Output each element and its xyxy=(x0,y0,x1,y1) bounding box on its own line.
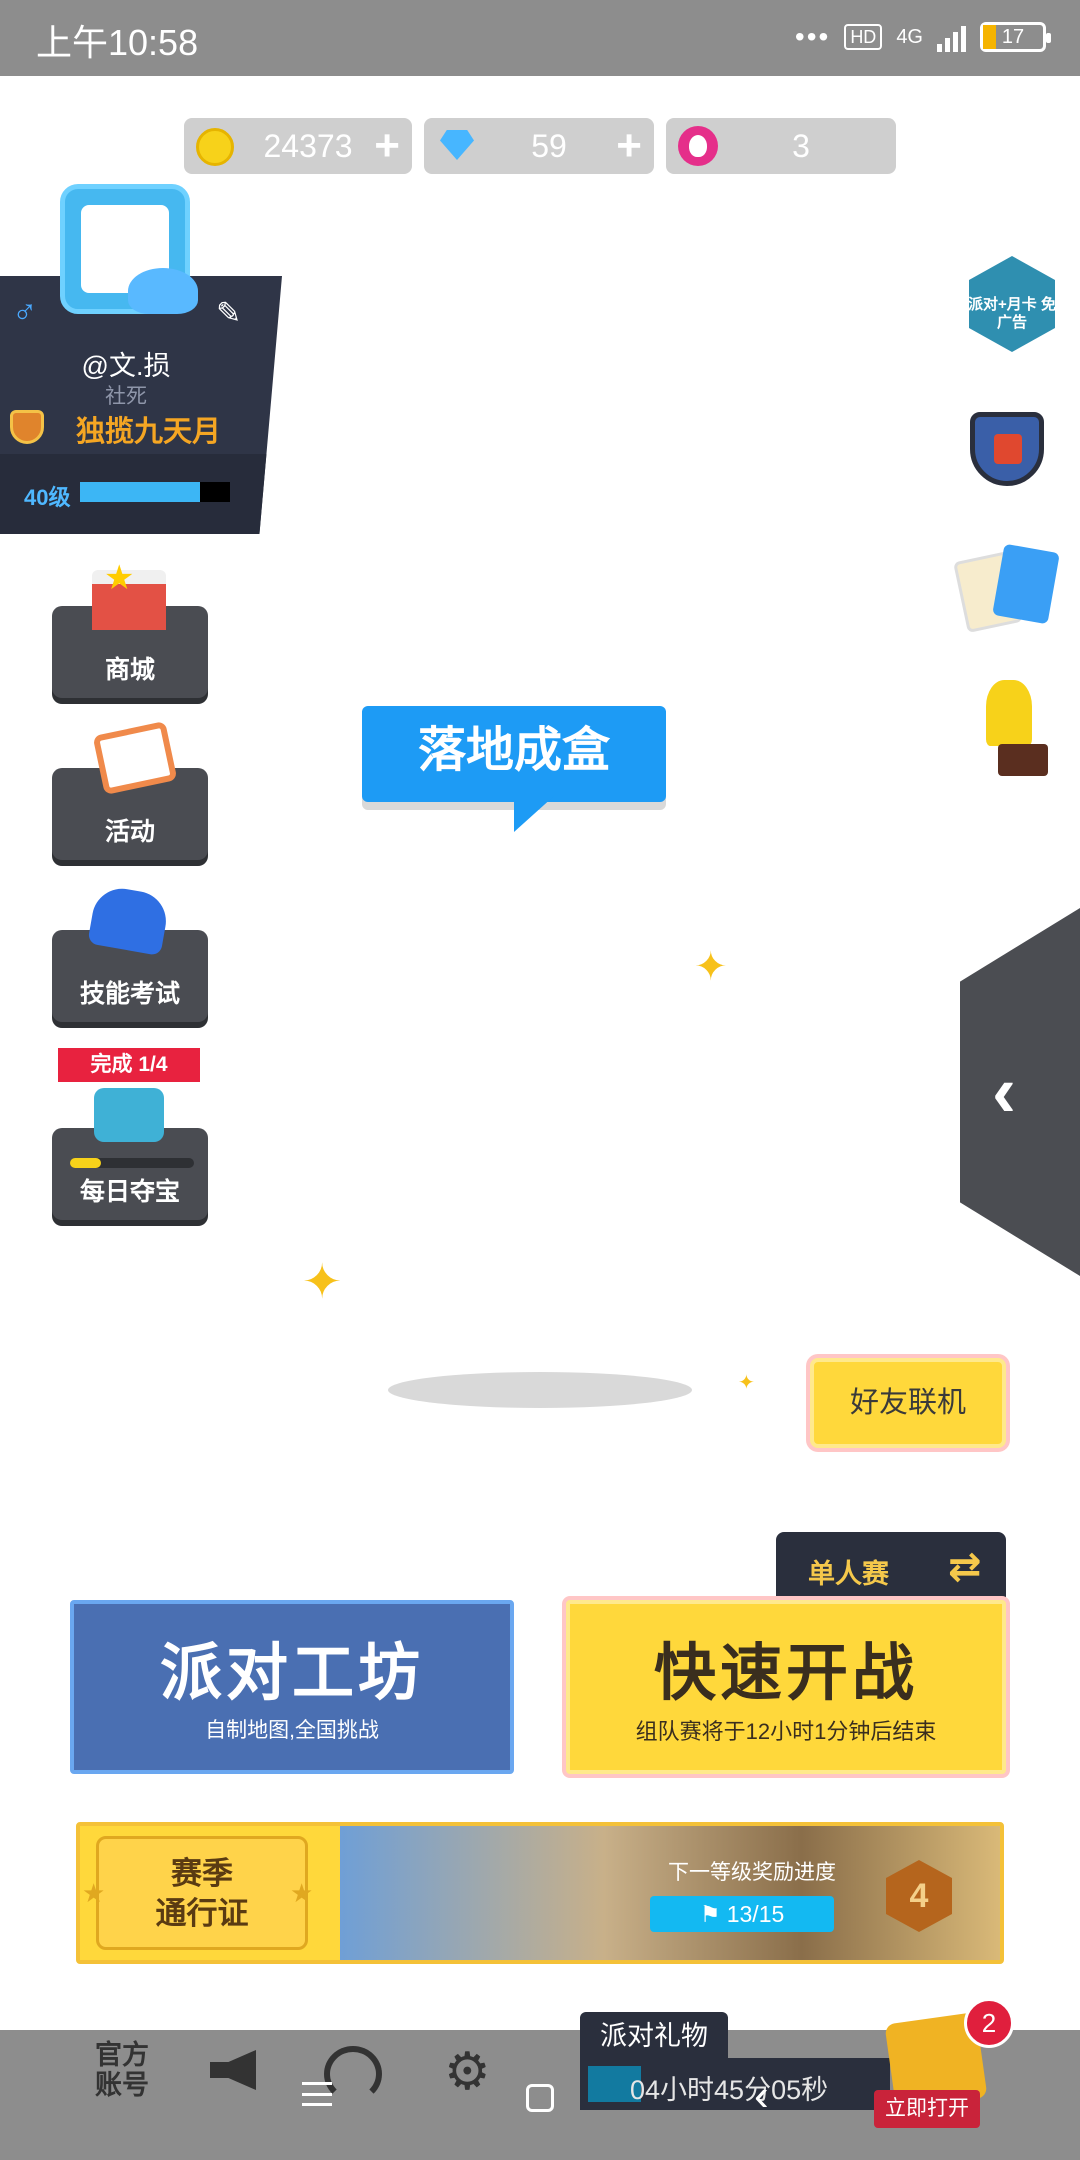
edit-icon[interactable]: ✎ xyxy=(216,296,241,331)
sparkle-icon: ✦ xyxy=(738,1372,755,1394)
official-account-line2: 账号 xyxy=(95,2070,149,2100)
season-pass-title-line1: 赛季 xyxy=(171,1856,233,1891)
lotus-icon xyxy=(678,126,718,166)
add-coins-button[interactable]: + xyxy=(374,122,400,170)
battery-icon: 17 xyxy=(980,22,1051,52)
notification-badge: 2 xyxy=(964,1998,1014,2048)
season-progress-pill: ⚑ 13/15 xyxy=(650,1896,834,1932)
daily-treasure-label: 每日夺宝 xyxy=(79,1178,180,1206)
official-account-line1: 官方 xyxy=(95,2040,149,2070)
gem-counter[interactable]: 59 + xyxy=(424,118,654,174)
gift-timer: 04小时45分05秒 xyxy=(630,2075,829,2105)
skill-test-label: 技能考试 xyxy=(79,980,180,1008)
card-collection-icon[interactable] xyxy=(953,543,1060,634)
gem-amount: 59 xyxy=(531,128,567,164)
monthly-card-label: 派对+月卡 免广告 xyxy=(968,296,1056,331)
user-title: 独揽九天月 xyxy=(76,416,222,448)
season-pass-title-line2: 通行证 xyxy=(155,1896,249,1931)
flag-icon: ⚑ xyxy=(699,1901,721,1927)
status-time: 上午10:58 xyxy=(36,22,199,63)
sparkle-icon: ✦ xyxy=(302,1256,343,1309)
avatar-pet-icon xyxy=(128,268,198,314)
gear-icon[interactable]: ⚙ xyxy=(444,2044,491,2100)
status-icons: ••• HD 4G 17 xyxy=(794,16,1051,58)
quick-start-title: 快速开战 xyxy=(653,1639,918,1708)
party-gift-label[interactable]: 派对礼物 xyxy=(580,2012,728,2060)
character-shadow xyxy=(388,1372,692,1408)
star-icon: ★ xyxy=(82,1878,106,1908)
headset-icon[interactable] xyxy=(324,2046,382,2102)
daily-treasure-progress-fill xyxy=(70,1158,101,1168)
add-gems-button[interactable]: + xyxy=(616,122,642,170)
friends-online-button[interactable]: 好友联机 xyxy=(810,1358,1006,1448)
shield-emblem-icon xyxy=(994,434,1022,464)
trophy-icon[interactable] xyxy=(986,680,1032,746)
party-workshop-subtitle: 自制地图,全国挑战 xyxy=(205,1719,379,1742)
single-match-label: 单人赛 xyxy=(808,1559,889,1589)
daily-treasure-badge: 完成 1/4 xyxy=(58,1048,200,1082)
network-label: 4G xyxy=(896,25,923,48)
chevron-left-icon[interactable]: ‹ xyxy=(992,1052,1052,1132)
user-status: 社死 xyxy=(105,385,147,408)
card-back-icon xyxy=(992,543,1060,625)
mode-banner: 落地成盒 xyxy=(362,706,666,802)
level-progress-fill xyxy=(80,482,200,502)
shop-label: 商城 xyxy=(104,656,155,684)
open-now-button[interactable]: 立即打开 xyxy=(874,2090,980,2128)
more-dots-icon: ••• xyxy=(794,21,831,52)
trophy-base-icon xyxy=(998,744,1048,776)
quick-start-subtitle: 组队赛将于12小时1分钟后结束 xyxy=(635,1719,937,1744)
sparkle-icon: ✦ xyxy=(694,945,728,989)
coin-icon xyxy=(196,128,234,166)
treasure-chest-icon xyxy=(94,1088,164,1142)
signal-icon xyxy=(937,22,966,52)
party-workshop-title: 派对工坊 xyxy=(159,1639,424,1708)
title-badge-icon xyxy=(10,410,44,444)
events-label: 活动 xyxy=(104,818,155,846)
username: @文.损 xyxy=(81,351,171,381)
nav-home-icon[interactable] xyxy=(526,2084,554,2112)
star-icon: ★ xyxy=(104,559,135,597)
battery-level: 17 xyxy=(1001,26,1025,48)
season-progress-value: 13/15 xyxy=(726,1901,785,1927)
official-account-button[interactable]: 官方 账号 xyxy=(92,2040,152,2100)
nav-back-icon[interactable]: ‹ xyxy=(754,2074,769,2118)
coin-amount: 24373 xyxy=(263,128,353,164)
male-icon: ♂ xyxy=(12,292,38,330)
gem-icon xyxy=(440,130,474,160)
coin-counter[interactable]: 24373 + xyxy=(184,118,412,174)
sneaker-icon xyxy=(87,884,171,956)
hd-icon: HD xyxy=(844,24,883,50)
nav-menu-icon[interactable] xyxy=(302,2082,332,2106)
level-label: 40级 xyxy=(24,485,71,510)
swap-icon[interactable]: ⇄ xyxy=(948,1544,982,1590)
season-pass-title: 赛季 通行证 xyxy=(96,1854,308,1934)
star-icon: ★ xyxy=(290,1878,314,1908)
season-progress-label: 下一等级奖励进度 xyxy=(668,1861,836,1884)
lotus-amount: 3 xyxy=(792,128,810,164)
lotus-counter[interactable]: 3 xyxy=(666,118,896,174)
